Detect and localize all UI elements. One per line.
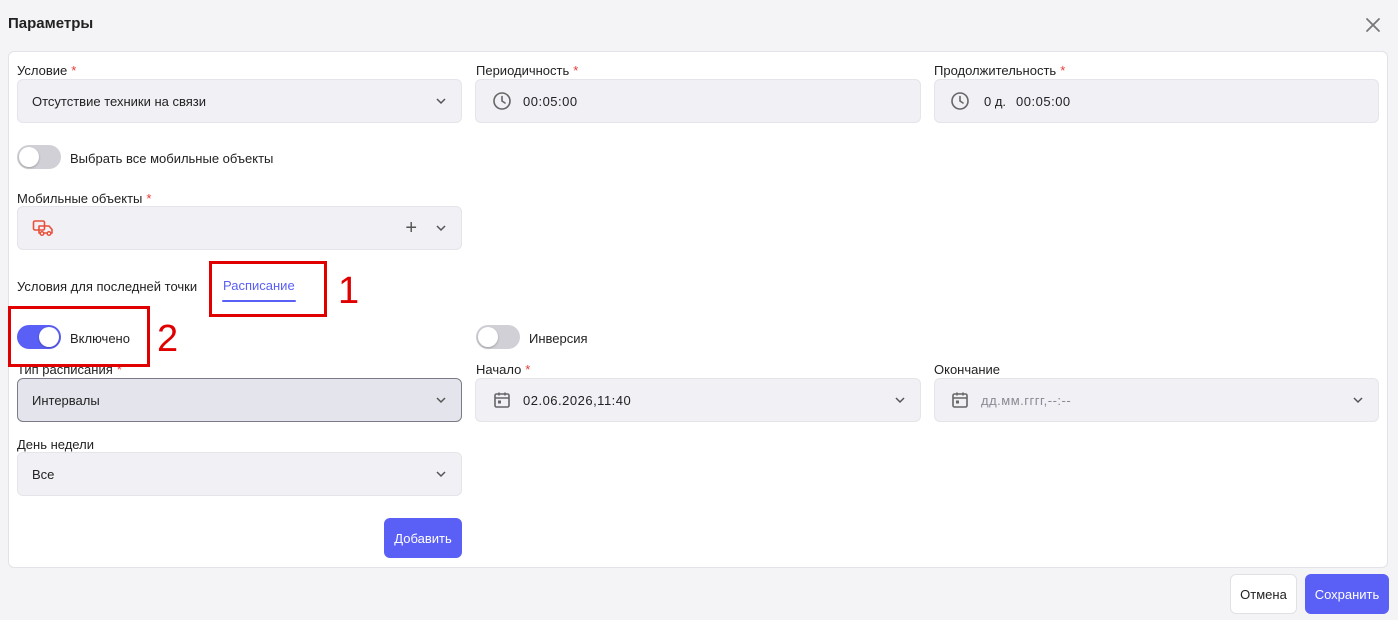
end-datetime-input[interactable]: дд.мм.гггг,--:-- xyxy=(934,378,1379,422)
chevron-down-icon[interactable] xyxy=(1352,396,1364,404)
chevron-down-icon[interactable] xyxy=(894,396,906,404)
annotation-number-1: 1 xyxy=(338,270,360,312)
condition-select[interactable]: Отсутствие техники на связи xyxy=(17,79,462,123)
inversion-toggle[interactable] xyxy=(476,325,520,349)
required-mark: * xyxy=(525,362,531,377)
required-mark: * xyxy=(573,63,579,78)
weekday-value: Все xyxy=(32,466,55,482)
end-datetime-placeholder: дд.мм.гггг,--:-- xyxy=(981,392,1072,408)
mobile-objects-label: Мобильные объекты * xyxy=(17,191,152,206)
periodicity-input[interactable]: 00:05:00 xyxy=(475,79,921,123)
save-button[interactable]: Сохранить xyxy=(1305,574,1389,614)
chevron-down-icon xyxy=(435,97,447,105)
periodicity-value: 00:05:00 xyxy=(523,93,578,109)
toggle-knob xyxy=(478,327,498,347)
schedule-type-select[interactable]: Интервалы xyxy=(17,378,462,422)
add-icon[interactable]: + xyxy=(405,217,417,240)
calendar-icon[interactable] xyxy=(951,391,969,409)
duration-value: 00:05:00 xyxy=(1016,93,1071,109)
clock-icon xyxy=(492,91,512,111)
inversion-label: Инверсия xyxy=(529,331,588,346)
dialog-title: Параметры xyxy=(8,15,94,32)
periodicity-label: Периодичность * xyxy=(476,63,579,78)
condition-label: Условие * xyxy=(17,63,77,78)
vehicle-icon xyxy=(32,219,405,237)
annotation-box-1 xyxy=(209,261,327,317)
required-mark: * xyxy=(71,63,77,78)
select-all-toggle[interactable] xyxy=(17,145,61,169)
cancel-button[interactable]: Отмена xyxy=(1230,574,1297,614)
mobile-objects-select[interactable]: + xyxy=(17,206,462,250)
annotation-box-2 xyxy=(8,306,150,367)
weekday-select[interactable]: Все xyxy=(17,452,462,496)
duration-days: 0 д. xyxy=(984,93,1007,109)
add-button[interactable]: Добавить xyxy=(384,518,462,558)
schedule-type-value: Интервалы xyxy=(32,392,100,408)
required-mark: * xyxy=(146,191,152,206)
chevron-down-icon[interactable] xyxy=(435,224,447,232)
start-datetime-value: 02.06.2026,11:40 xyxy=(523,392,632,408)
toggle-knob xyxy=(19,147,39,167)
annotation-number-2: 2 xyxy=(157,318,179,360)
chevron-down-icon xyxy=(435,470,447,478)
duration-label: Продолжительность * xyxy=(934,63,1066,78)
start-datetime-input[interactable]: 02.06.2026,11:40 xyxy=(475,378,921,422)
end-label: Окончание xyxy=(934,362,1001,377)
condition-value: Отсутствие техники на связи xyxy=(32,93,206,109)
weekday-label: День недели xyxy=(17,437,94,452)
clock-icon xyxy=(950,91,970,111)
select-all-label: Выбрать все мобильные объекты xyxy=(70,151,274,166)
start-label: Начало * xyxy=(476,362,531,377)
close-icon[interactable] xyxy=(1362,14,1384,36)
tab-last-point-conditions[interactable]: Условия для последней точки xyxy=(17,279,197,294)
chevron-down-icon xyxy=(435,396,447,404)
required-mark: * xyxy=(1060,63,1066,78)
duration-input[interactable]: 0 д. 00:05:00 xyxy=(934,79,1379,123)
calendar-icon[interactable] xyxy=(493,391,511,409)
